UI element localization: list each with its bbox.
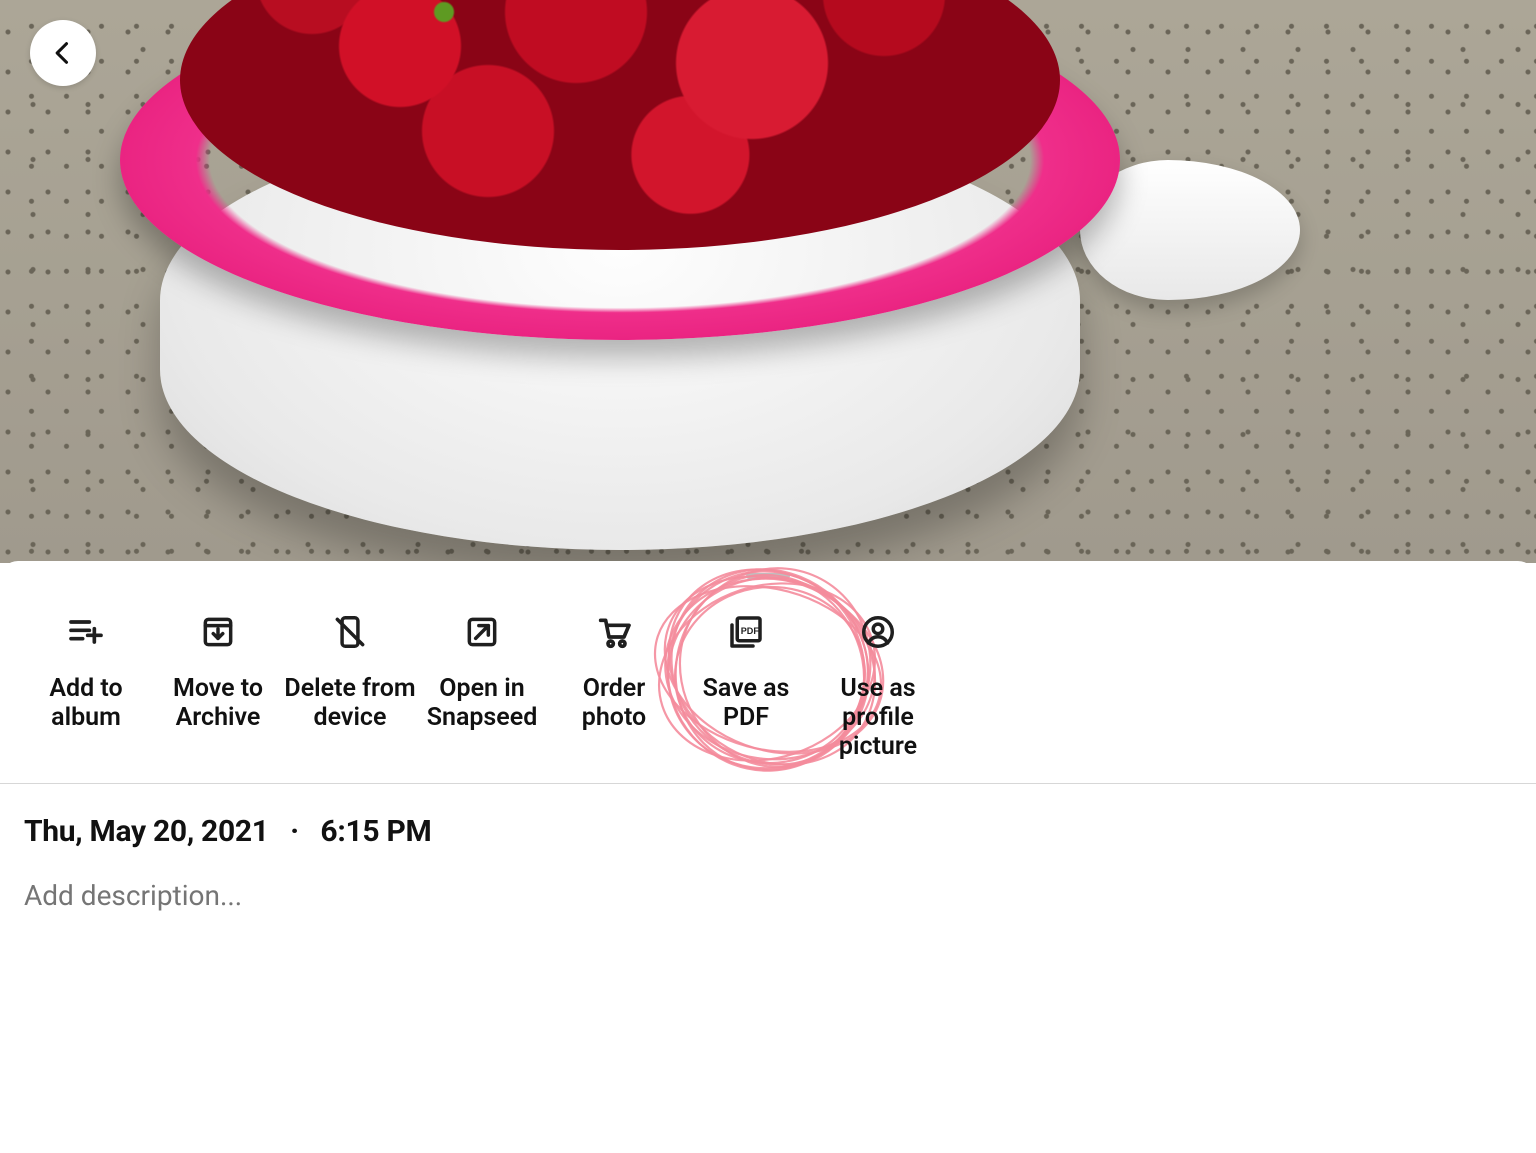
photo-date: Thu, May 20, 2021	[24, 814, 269, 849]
action-row: Add to album Move to Archive Delete	[0, 579, 1536, 784]
phone-off-icon	[331, 609, 369, 655]
action-label: Use as profile picture	[812, 675, 944, 761]
pdf-icon: PDF	[725, 609, 767, 655]
blank-space	[0, 936, 1536, 1146]
photo-time: 6:15 PM	[320, 814, 431, 849]
description-input[interactable]	[24, 879, 1512, 912]
order-photo-button[interactable]: Order photo	[548, 609, 680, 761]
open-external-icon	[463, 609, 501, 655]
photo-preview	[0, 0, 1536, 563]
action-label: Delete from device	[284, 675, 416, 733]
playlist-add-icon	[66, 609, 106, 655]
action-label: Save as PDF	[680, 675, 812, 733]
archive-icon	[199, 609, 237, 655]
action-label: Open in Snapseed	[416, 675, 548, 733]
photo-meta: Thu, May 20, 2021 · 6:15 PM	[0, 784, 1536, 855]
description-row	[0, 855, 1536, 936]
action-label: Move to Archive	[152, 675, 284, 733]
cart-icon	[594, 609, 634, 655]
profile-icon	[859, 609, 897, 655]
separator-dot: ·	[290, 814, 299, 849]
open-in-snapseed-button[interactable]: Open in Snapseed	[416, 609, 548, 761]
back-button[interactable]	[30, 20, 96, 86]
photo-datetime: Thu, May 20, 2021 · 6:15 PM	[24, 814, 1512, 849]
use-as-profile-picture-button[interactable]: Use as profile picture	[812, 609, 944, 761]
move-to-archive-button[interactable]: Move to Archive	[152, 609, 284, 761]
svg-text:PDF: PDF	[741, 626, 760, 636]
action-label: Order photo	[548, 675, 680, 733]
save-as-pdf-button[interactable]: PDF Save as PDF	[680, 609, 812, 761]
chevron-left-icon	[49, 39, 77, 67]
photo-subject-bowl	[120, 0, 1180, 540]
strawberries	[180, 0, 1060, 250]
bottom-sheet: Add to album Move to Archive Delete	[0, 561, 1536, 1146]
delete-from-device-button[interactable]: Delete from device	[284, 609, 416, 761]
add-to-album-button[interactable]: Add to album	[20, 609, 152, 761]
action-label: Add to album	[20, 675, 152, 733]
